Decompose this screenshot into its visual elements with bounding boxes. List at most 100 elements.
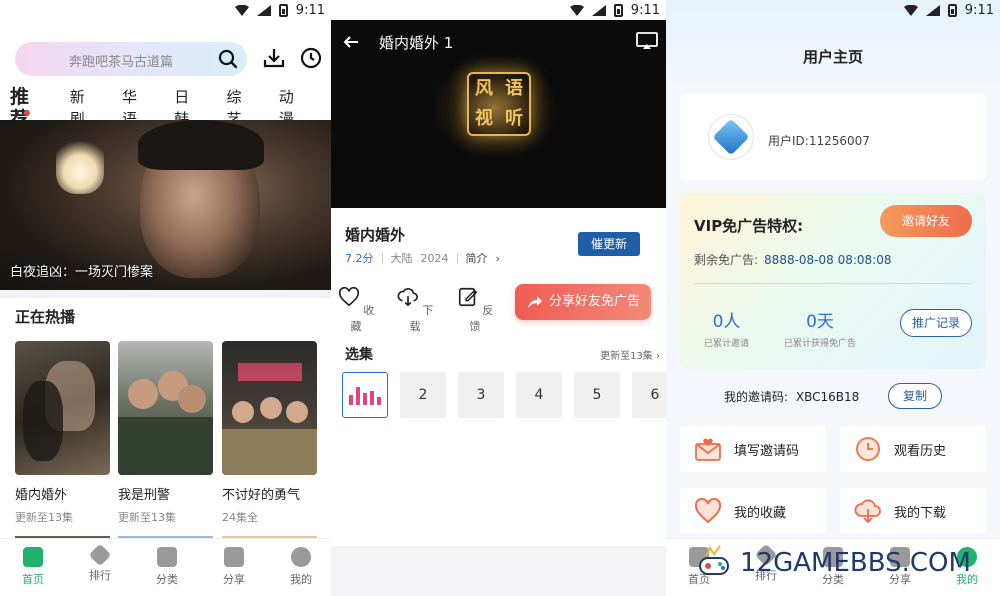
wifi-icon [234,5,249,16]
action-label: 收藏 [350,304,375,333]
episode-button[interactable]: 2 [400,372,446,418]
avatar-logo [712,118,750,156]
promotion-record-button[interactable]: 推广记录 [900,309,972,337]
battery-icon [613,4,623,17]
user-icon [291,547,311,567]
my-downloads-tile[interactable]: 我的下载 [840,488,986,534]
section-divider [0,290,331,298]
drama-info-panel: 婚内婚外 7.2分 大陆 2024 简介 › 催更新 收藏 下载 反馈 分享好友… [331,208,666,546]
episode-current[interactable] [342,372,388,418]
invite-code: XBC16B18 [795,390,860,404]
status-time: 9:11 [295,3,325,18]
episodes-more-label: 更新至13集 [600,351,653,362]
back-arrow-icon[interactable] [343,34,359,50]
vip-card: VIP免广告特权: 邀请好友 剩余免广告: 8888-08-08 08:08:08… [680,193,986,369]
vip-divider [694,283,972,284]
remaining-value: 8888-08-08 08:08:08 [764,253,892,267]
my-favorites-tile[interactable]: 我的收藏 [680,488,826,534]
enter-invite-code-tile[interactable]: 填写邀请码 [680,426,826,472]
bottom-tab-bar: 首页 排行 分类 分享 我的 [0,538,331,596]
search-placeholder: 奔跑吧茶马古道篇 [69,55,174,70]
banner-actor-hair [138,120,264,170]
share-friends-button[interactable]: 分享好友免广告 [515,284,651,320]
share-arrow-icon [528,296,542,308]
mail-icon [695,438,721,461]
action-label: 下载 [409,304,434,333]
remaining-ad-free: 剩余免广告: 8888-08-08 08:08:08 [694,251,892,268]
favorite-action[interactable]: 收藏 [336,286,376,334]
history-icon[interactable] [299,46,323,70]
drama-card[interactable]: 婚内婚外 更新至13集 [15,341,110,525]
invite-code-label: 我的邀请码: [724,390,789,404]
meta-separator [381,253,383,263]
copy-button[interactable]: 复制 [888,383,942,409]
folder-icon [157,547,177,567]
cast-icon[interactable] [636,32,658,50]
chevron-right-icon: › [495,251,500,265]
video-title: 婚内婚外 1 [379,34,454,52]
tab-category[interactable]: 分类 [137,547,197,587]
tab-label: 分类 [156,573,178,586]
home-screen: 9:11 奔跑吧茶马古道篇 推荐 新剧 华语 日韩 综艺 动漫 白夜追凶：一场灭… [0,0,331,596]
episodes-title: 选集 [345,347,373,363]
episode-button[interactable]: 6 [632,372,666,418]
watch-history-tile[interactable]: 观看历史 [840,426,986,472]
download-action[interactable]: 下载 [395,286,435,334]
invited-count: 0人 [712,312,741,332]
episode-button[interactable]: 4 [516,372,562,418]
tab-ranking[interactable]: 排行 [70,543,130,583]
page-title: 用户主页 [802,48,863,66]
ranking-icon [88,543,112,567]
share-icon [224,547,244,567]
episode-button[interactable]: 5 [574,372,620,418]
drama-name: 婚内婚外 [345,226,406,244]
drama-card[interactable]: 不讨好的勇气 24集全 [222,341,317,525]
invited-label: 已累计邀请 [704,339,750,349]
meta-separator [456,253,458,263]
invited-stat: 0人 已累计邀请 [704,307,749,349]
drama-meta: 7.2分 大陆 2024 简介 › [345,250,500,266]
tab-home[interactable]: 首页 [3,547,63,587]
logo-char: 风 [475,78,493,99]
signal-icon [591,5,606,16]
logo-char: 听 [505,108,523,129]
home-icon [23,547,43,567]
drama-poster [222,341,317,475]
adfree-days: 0天 [806,312,834,332]
featured-banner[interactable]: 白夜追凶：一场灭门惨案 [0,120,331,290]
tab-label: 分享 [223,573,245,586]
wifi-icon [903,5,918,16]
cloud-download-icon [854,499,881,524]
video-player[interactable]: 婚内婚外 1 风 语 视 听 [331,20,666,208]
search-icon[interactable] [218,49,238,69]
signal-icon [925,5,940,16]
tab-share[interactable]: 分享 [204,547,264,587]
tab-mine[interactable]: 我的 [271,547,331,587]
banner-caption: 白夜追凶：一场灭门惨案 [10,265,154,280]
download-icon[interactable] [262,46,286,70]
feedback-action[interactable]: 反馈 [455,286,495,334]
episodes-more[interactable]: 更新至13集 › [600,347,660,362]
status-time: 9:11 [964,3,994,18]
episode-button[interactable]: 3 [458,372,504,418]
drama-card[interactable]: 我是刑警 更新至13集 [118,341,213,525]
search-bar[interactable]: 奔跑吧茶马古道篇 [15,42,247,76]
share-button-label: 分享好友免广告 [549,294,641,309]
banner-lamp [56,138,104,194]
heart-icon [338,286,359,307]
drama-title: 婚内婚外 [15,488,68,503]
section-title: 正在热播 [15,308,76,326]
intro-link[interactable]: 简介 [466,250,488,266]
remaining-label: 剩余免广告: [694,253,759,267]
status-bar: 9:11 [331,0,666,22]
signal-icon [256,5,271,16]
request-update-button[interactable]: 催更新 [578,232,640,256]
drama-score: 7.2分 [345,252,374,265]
cloud-download-icon [397,288,418,307]
user-card[interactable]: 用户ID:11256007 [680,94,986,180]
profile-screen: 9:11 用户主页 用户ID:11256007 VIP免广告特权: 邀请好友 剩… [666,0,1000,596]
drama-title: 不讨好的勇气 [222,488,301,503]
edit-icon [458,287,478,307]
drama-title: 我是刑警 [118,488,171,503]
invite-friends-button[interactable]: 邀请好友 [880,205,972,237]
